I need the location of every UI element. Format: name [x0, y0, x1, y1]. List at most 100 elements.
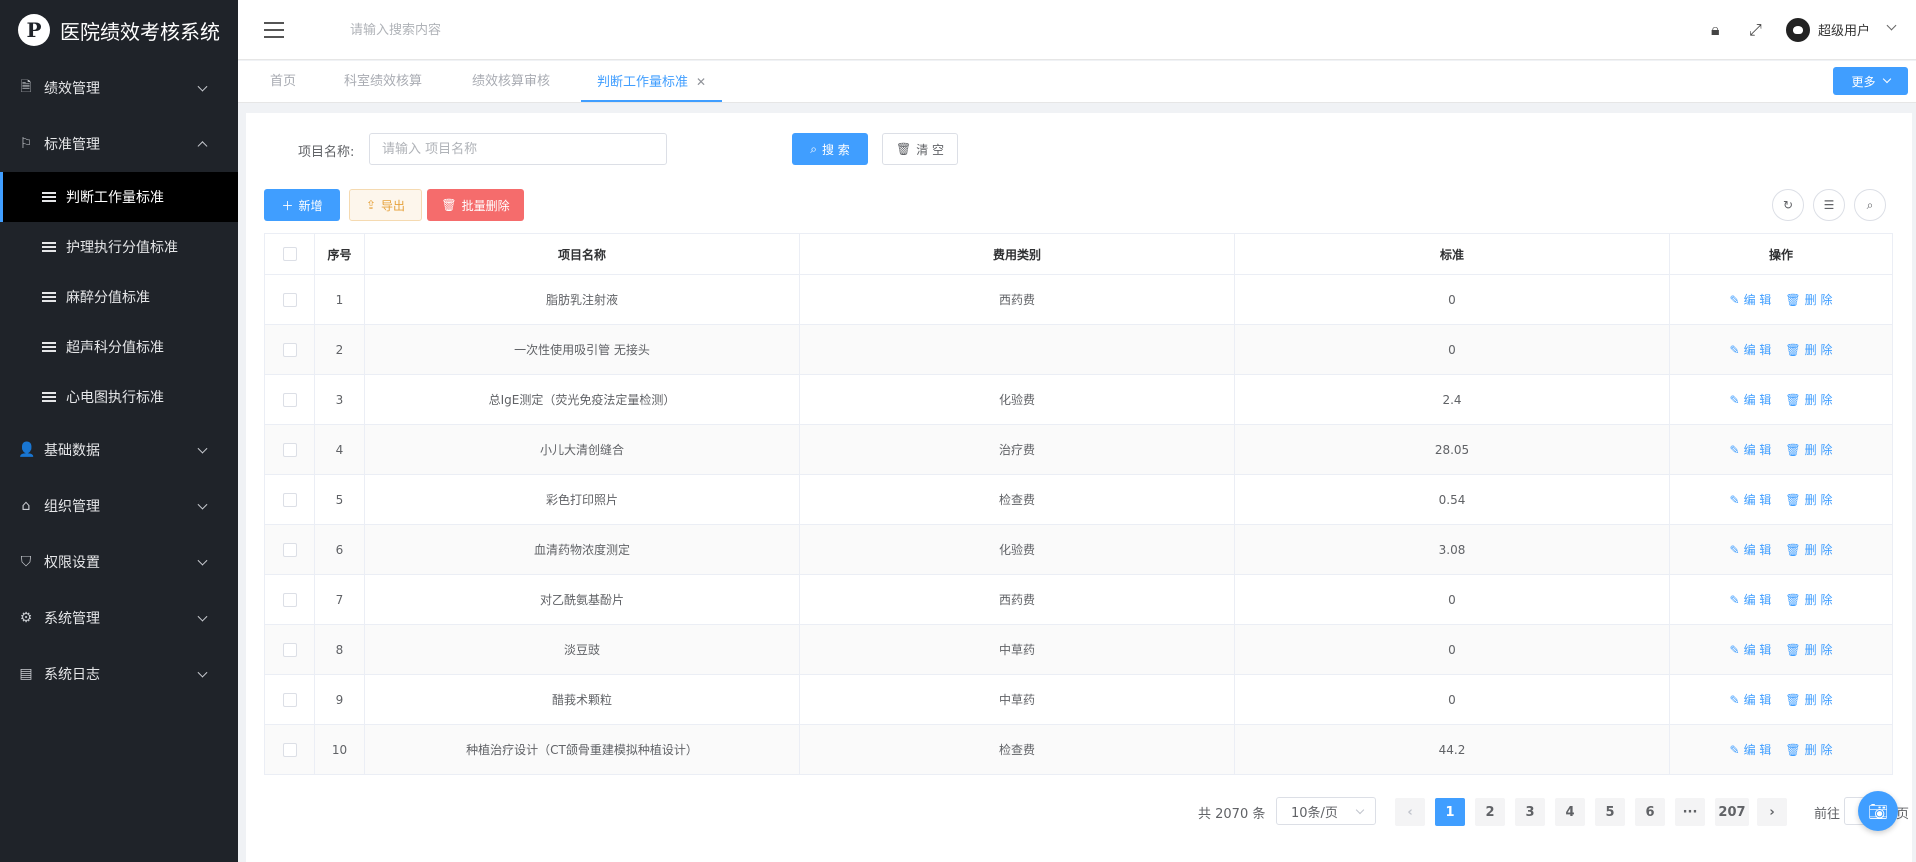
edit-button[interactable]: ✎ 编 辑 [1730, 743, 1772, 757]
delete-button[interactable]: 🗑︎ 删 除 [1785, 643, 1832, 657]
clear-button[interactable]: 🗑︎ 清 空 [882, 133, 958, 165]
user-name[interactable]: 超级用户 [1818, 20, 1870, 39]
page-button[interactable]: 3 [1515, 798, 1545, 826]
search-button[interactable]: ⌕ 搜 索 [792, 133, 868, 165]
edit-label: 编 辑 [1743, 593, 1772, 607]
edit-button[interactable]: ✎ 编 辑 [1730, 443, 1772, 457]
camera-icon[interactable]: 📷︎ [1858, 791, 1898, 831]
menu-label: 系统日志 [44, 667, 100, 683]
delete-button[interactable]: 🗑︎ 删 除 [1785, 393, 1832, 407]
next-page-button[interactable]: › [1757, 798, 1787, 826]
menu-logs[interactable]: ▤ 系统日志 [0, 646, 238, 702]
row-checkbox[interactable] [282, 442, 297, 457]
fee-category: 化验费 [799, 374, 1235, 425]
row-checkbox[interactable] [282, 542, 297, 557]
page-button[interactable]: 1 [1435, 798, 1465, 826]
row-checkbox[interactable] [282, 692, 297, 707]
row-select-cell[interactable] [264, 674, 315, 725]
row-checkbox[interactable] [282, 592, 297, 607]
fullscreen-icon[interactable]: ⤢ [1749, 20, 1762, 40]
prev-page-button[interactable]: ‹ [1395, 798, 1425, 826]
edit-button[interactable]: ✎ 编 辑 [1730, 293, 1772, 307]
table-row: 4 小儿大清创缝合 治疗费 28.05 ✎ 编 辑 🗑︎ 删 除 [264, 424, 1893, 475]
delete-button[interactable]: 🗑︎ 删 除 [1785, 343, 1832, 357]
item-name-input[interactable] [369, 133, 667, 165]
more-pages-button[interactable]: ··· [1675, 798, 1705, 826]
chevron-down-icon[interactable] [1886, 20, 1897, 31]
edit-icon: ✎ [1729, 393, 1740, 407]
delete-button[interactable]: 🗑︎ 删 除 [1785, 743, 1832, 757]
search-toggle-icon[interactable]: ⌕ [1854, 189, 1886, 221]
row-checkbox[interactable] [282, 742, 297, 757]
submenu-workload-standard[interactable]: 判断工作量标准 [0, 172, 238, 222]
tab-home[interactable]: 首页 [270, 61, 296, 102]
page-button[interactable]: 4 [1555, 798, 1585, 826]
menu-system[interactable]: ⚙ 系统管理 [0, 590, 238, 646]
select-all-cell[interactable] [264, 233, 315, 275]
avatar[interactable] [1786, 18, 1810, 42]
menu-basic-data[interactable]: 👤 基础数据 [0, 422, 238, 478]
tab-dept-performance[interactable]: 科室绩效核算 [344, 61, 422, 102]
row-select-cell[interactable] [264, 524, 315, 575]
menu-permissions[interactable]: ⛉ 权限设置 [0, 534, 238, 590]
row-checkbox[interactable] [282, 392, 297, 407]
select-all-checkbox[interactable] [282, 247, 297, 262]
row-index: 7 [314, 574, 365, 625]
edit-button[interactable]: ✎ 编 辑 [1730, 493, 1772, 507]
edit-button[interactable]: ✎ 编 辑 [1730, 593, 1772, 607]
row-checkbox[interactable] [282, 642, 297, 657]
menu-toggle-icon[interactable] [264, 22, 284, 38]
edit-button[interactable]: ✎ 编 辑 [1730, 693, 1772, 707]
row-select-cell[interactable] [264, 374, 315, 425]
row-select-cell[interactable] [264, 324, 315, 375]
batch-delete-button[interactable]: 🗑︎ 批量删除 [427, 189, 524, 221]
page-size-select[interactable]: 10条/页 [1276, 797, 1376, 825]
table-row: 1 脂肪乳注射液 西药费 0 ✎ 编 辑 🗑︎ 删 除 [264, 274, 1893, 325]
submenu-ecg-standard[interactable]: 心电图执行标准 [0, 372, 238, 422]
chevron-down-icon [197, 499, 208, 510]
page-button[interactable]: 6 [1635, 798, 1665, 826]
row-select-cell[interactable] [264, 724, 315, 775]
row-checkbox[interactable] [282, 292, 297, 307]
row-select-cell[interactable] [264, 274, 315, 325]
add-button[interactable]: ＋ 新增 [264, 189, 340, 221]
tab-performance-audit[interactable]: 绩效核算审核 [472, 61, 550, 102]
menu-standards[interactable]: ⚐ 标准管理 [0, 116, 238, 172]
row-select-cell[interactable] [264, 424, 315, 475]
submenu-nursing-standard[interactable]: 护理执行分值标准 [0, 222, 238, 272]
row-select-cell[interactable] [264, 474, 315, 525]
page-button[interactable]: 207 [1715, 798, 1749, 826]
more-label: 更多 [1851, 74, 1876, 89]
row-checkbox[interactable] [282, 492, 297, 507]
delete-button[interactable]: 🗑︎ 删 除 [1785, 543, 1832, 557]
row-checkbox[interactable] [282, 342, 297, 357]
delete-button[interactable]: 🗑︎ 删 除 [1785, 493, 1832, 507]
edit-button[interactable]: ✎ 编 辑 [1730, 543, 1772, 557]
delete-button[interactable]: 🗑︎ 删 除 [1785, 693, 1832, 707]
delete-button[interactable]: 🗑︎ 删 除 [1785, 293, 1832, 307]
log-icon: ▤ [19, 666, 33, 682]
edit-button[interactable]: ✎ 编 辑 [1730, 343, 1772, 357]
tab-workload-standard[interactable]: 判断工作量标准 ✕ [581, 61, 723, 102]
list-icon [42, 242, 56, 252]
menu-organization[interactable]: ⌂ 组织管理 [0, 478, 238, 534]
global-search-input[interactable] [350, 18, 650, 42]
edit-button[interactable]: ✎ 编 辑 [1730, 393, 1772, 407]
edit-label: 编 辑 [1743, 443, 1772, 457]
submenu-anesthesia-standard[interactable]: 麻醉分值标准 [0, 272, 238, 322]
more-button[interactable]: 更多 [1833, 67, 1908, 95]
page-button[interactable]: 2 [1475, 798, 1505, 826]
submenu-ultrasound-standard[interactable]: 超声科分值标准 [0, 322, 238, 372]
menu-performance[interactable]: 🗎 绩效管理 [0, 60, 238, 116]
row-select-cell[interactable] [264, 574, 315, 625]
refresh-icon[interactable]: ↻ [1772, 189, 1804, 221]
delete-button[interactable]: 🗑︎ 删 除 [1785, 443, 1832, 457]
lock-icon[interactable]: 🔒︎ [1711, 20, 1720, 40]
edit-button[interactable]: ✎ 编 辑 [1730, 643, 1772, 657]
delete-button[interactable]: 🗑︎ 删 除 [1785, 593, 1832, 607]
column-settings-icon[interactable]: ☰ [1813, 189, 1845, 221]
row-select-cell[interactable] [264, 624, 315, 675]
page-button[interactable]: 5 [1595, 798, 1625, 826]
export-button[interactable]: ⇪ 导出 [349, 189, 422, 221]
close-icon[interactable]: ✕ [696, 75, 706, 89]
